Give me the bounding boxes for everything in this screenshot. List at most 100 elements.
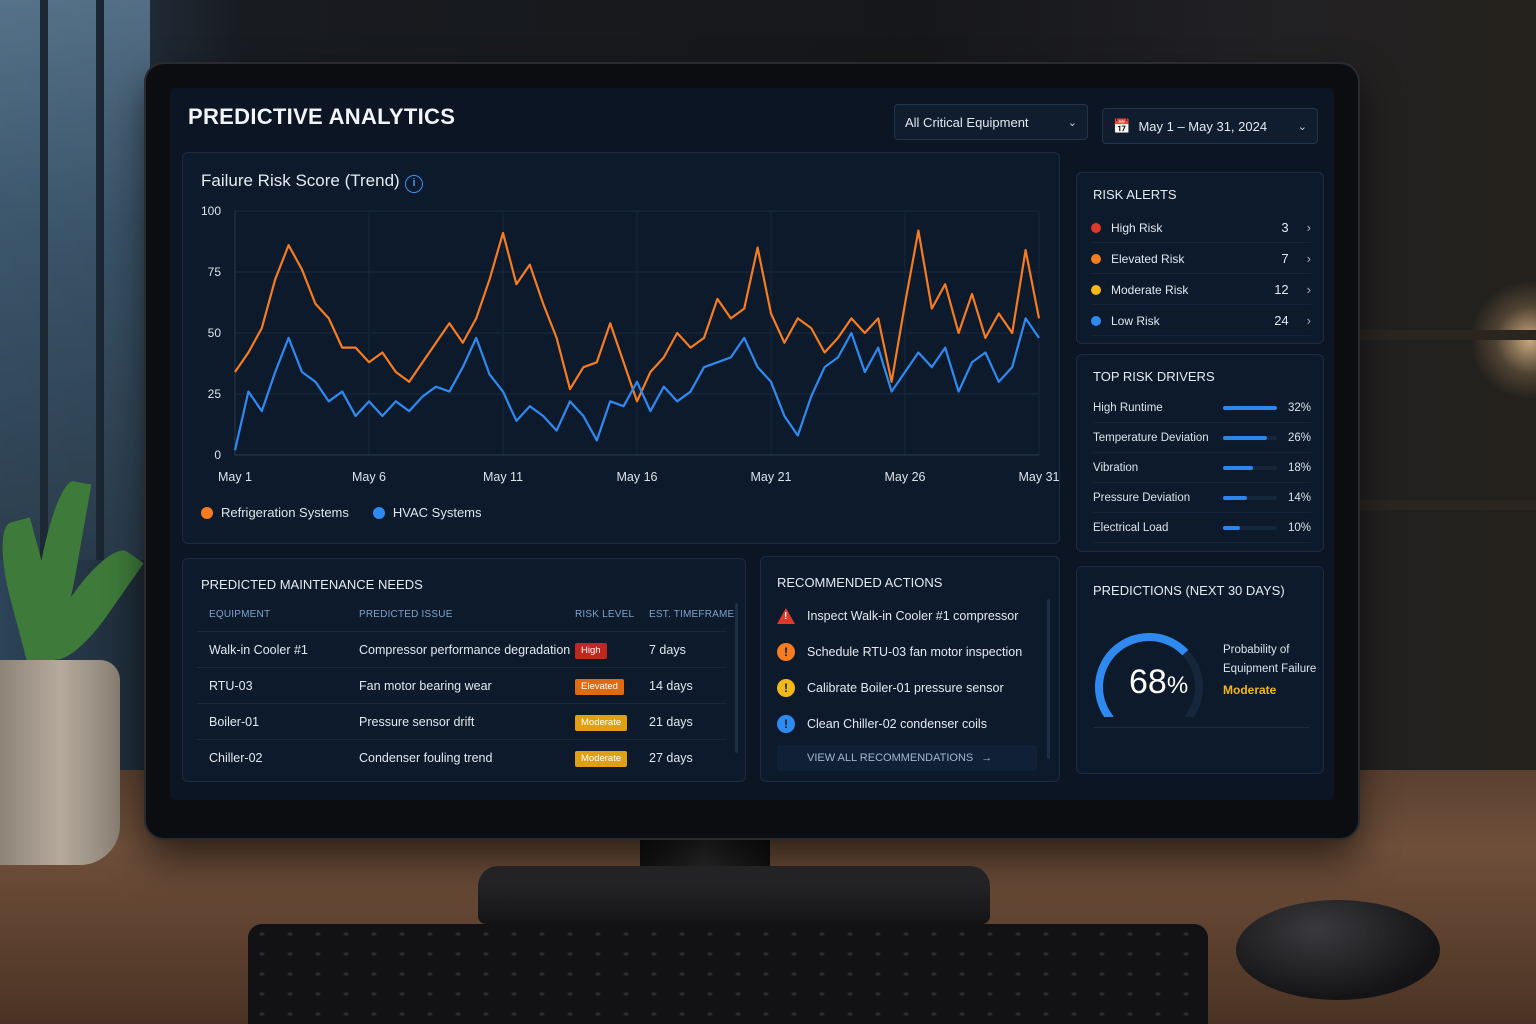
action-item[interactable]: ! Clean Chiller-02 condenser coils [777, 707, 1047, 741]
risk-driver-percent: 14% [1287, 491, 1311, 504]
risk-alert-row[interactable]: Moderate Risk 12 › [1091, 275, 1311, 305]
arrow-right-icon: → [981, 752, 993, 764]
probability-label: Probability of Equipment Failure [1223, 644, 1317, 675]
actions-panel: RECOMMENDED ACTIONS ! Inspect Walk-in Coo… [760, 556, 1060, 782]
status-dot [1091, 284, 1101, 295]
cell-equipment: RTU-03 [209, 679, 253, 693]
risk-alert-label: High Risk [1111, 220, 1163, 235]
risk-driver-percent: 10% [1287, 521, 1311, 534]
cell-timeframe: 27 days [649, 751, 693, 765]
status-dot [1091, 315, 1101, 326]
chart-legend: Refrigeration Systems HVAC Systems [201, 505, 482, 520]
legend-label: Refrigeration Systems [221, 505, 349, 520]
action-label: Schedule RTU-03 fan motor inspection [807, 645, 1023, 659]
chevron-down-icon: ⌄ [1297, 120, 1307, 133]
table-row[interactable]: Chiller-02 Condenser fouling trend Moderat… [197, 739, 727, 775]
chart-title: Failure Risk Score (Trend) [201, 171, 400, 190]
risk-driver-percent: 18% [1287, 461, 1311, 474]
chevron-down-icon: ⌄ [1067, 116, 1077, 129]
risk-alert-row[interactable]: Low Risk 24 › [1091, 306, 1311, 336]
legend-label: HVAC Systems [392, 505, 482, 520]
mouse [1236, 900, 1440, 1000]
column-header-risk-level: RISK LEVEL [575, 609, 635, 620]
actions-scrollbar[interactable] [1047, 599, 1050, 759]
risk-alert-count: 3 [1281, 220, 1289, 235]
calendar-icon: 📅 [1113, 117, 1131, 134]
cell-equipment: Chiller-02 [209, 751, 263, 765]
legend-item-hvac[interactable]: HVAC Systems [372, 505, 482, 520]
x-tick-label: May 16 [617, 470, 658, 484]
risk-driver-bar-fill [1223, 525, 1240, 530]
risk-alert-label: Low Risk [1111, 313, 1160, 328]
x-tick-label: May 31 [1019, 470, 1060, 484]
actions-title: RECOMMENDED ACTIONS [777, 575, 943, 590]
action-label: Calibrate Boiler-01 pressure sensor [807, 681, 1004, 695]
alert-circle-icon: ! [777, 715, 795, 733]
date-range-select[interactable]: 📅 May 1 – May 31, 2024 ⌄ [1102, 108, 1318, 144]
x-tick-label: May 26 [885, 470, 926, 484]
status-dot [1091, 253, 1101, 264]
risk-driver-row: Vibration 18% [1093, 453, 1311, 483]
info-icon[interactable]: i [405, 175, 423, 193]
legend-item-refrigeration[interactable]: Refrigeration Systems [201, 505, 349, 520]
risk-driver-label: Pressure Deviation [1093, 491, 1191, 504]
predictions-title: PREDICTIONS (NEXT 30 DAYS) [1093, 583, 1285, 598]
cell-issue: Fan motor bearing wear [359, 679, 492, 693]
risk-alerts-title: RISK ALERTS [1093, 187, 1177, 202]
y-tick-label: 50 [208, 326, 222, 340]
cell-timeframe: 14 days [649, 679, 693, 693]
alert-circle-icon: ! [777, 679, 795, 697]
table-row[interactable]: RTU-03 Fan motor bearing wear Elevated 14 d… [197, 667, 727, 703]
cell-issue: Compressor performance degradation [359, 643, 571, 657]
action-item[interactable]: ! Inspect Walk-in Cooler #1 compressor [777, 599, 1047, 633]
action-item[interactable]: ! Schedule RTU-03 fan motor inspection [777, 635, 1047, 669]
y-tick-label: 100 [201, 204, 221, 218]
risk-drivers-title: TOP RISK DRIVERS [1093, 369, 1215, 384]
monitor: PREDICTIVE ANALYTICS All Critical Equipm… [146, 64, 1358, 838]
column-header-timeframe: EST. TIMEFRAME [649, 609, 735, 620]
risk-alert-label: Elevated Risk [1111, 251, 1185, 266]
table-row[interactable]: Walk-in Cooler #1 Compressor performance … [197, 631, 727, 667]
table-scrollbar[interactable] [735, 603, 738, 753]
risk-driver-bar-fill [1223, 435, 1267, 440]
risk-drivers-panel: TOP RISK DRIVERS High Runtime 32% Temperat… [1076, 354, 1324, 552]
y-tick-label: 0 [214, 448, 221, 462]
risk-driver-label: Electrical Load [1093, 521, 1169, 534]
risk-driver-bar [1223, 495, 1277, 500]
chevron-right-icon: › [1306, 313, 1311, 328]
action-item[interactable]: ! Calibrate Boiler-01 pressure sensor [777, 671, 1047, 705]
risk-trend-chart: 0 25 50 75 100 May 1 May 6 May 11 May 16 May 21 Ma… [201, 204, 1060, 484]
failure-risk-chart-panel: Failure Risk Score (Trend) i 0 25 50 75 100 M… [182, 152, 1060, 544]
maintenance-title: PREDICTED MAINTENANCE NEEDS [201, 577, 423, 592]
risk-alert-row[interactable]: High Risk 3 › [1091, 213, 1311, 243]
view-all-recommendations-button[interactable]: VIEW ALL RECOMMENDATIONS → [777, 745, 1037, 771]
cell-issue: Condenser fouling trend [359, 751, 493, 765]
status-dot [1091, 222, 1101, 233]
risk-alert-row[interactable]: Elevated Risk 7 › [1091, 244, 1311, 274]
chevron-right-icon: › [1306, 251, 1311, 266]
gauge-value: 68% [1129, 663, 1189, 701]
table-row[interactable]: Boiler-01 Pressure sensor drift Moderate 21… [197, 703, 727, 739]
cell-timeframe: 21 days [649, 715, 693, 729]
chevron-right-icon: › [1306, 282, 1311, 297]
risk-driver-percent: 32% [1287, 401, 1311, 414]
probability-status: Moderate [1223, 683, 1277, 697]
chevron-right-icon: › [1306, 220, 1311, 235]
background-shelf [1360, 500, 1536, 510]
risk-driver-row: High Runtime 32% [1093, 393, 1311, 423]
risk-driver-bar-fill [1223, 495, 1247, 500]
equipment-filter-select[interactable]: All Critical Equipment ⌄ [894, 104, 1088, 140]
risk-driver-percent: 26% [1287, 431, 1311, 444]
cell-issue: Pressure sensor drift [359, 715, 475, 729]
date-range-value: May 1 – May 31, 2024 [1138, 118, 1268, 134]
y-tick-label: 75 [208, 265, 222, 279]
risk-driver-bar [1223, 465, 1277, 470]
risk-alert-count: 24 [1274, 313, 1289, 328]
risk-badge: Moderate [575, 715, 628, 731]
cell-timeframe: 7 days [649, 643, 686, 657]
background-shelf [1360, 330, 1536, 340]
risk-driver-label: Vibration [1093, 461, 1139, 474]
view-all-label: VIEW ALL RECOMMENDATIONS [807, 752, 974, 764]
risk-driver-label: High Runtime [1093, 401, 1163, 414]
predictions-panel: PREDICTIONS (NEXT 30 DAYS) 68% Probabili… [1076, 566, 1324, 774]
